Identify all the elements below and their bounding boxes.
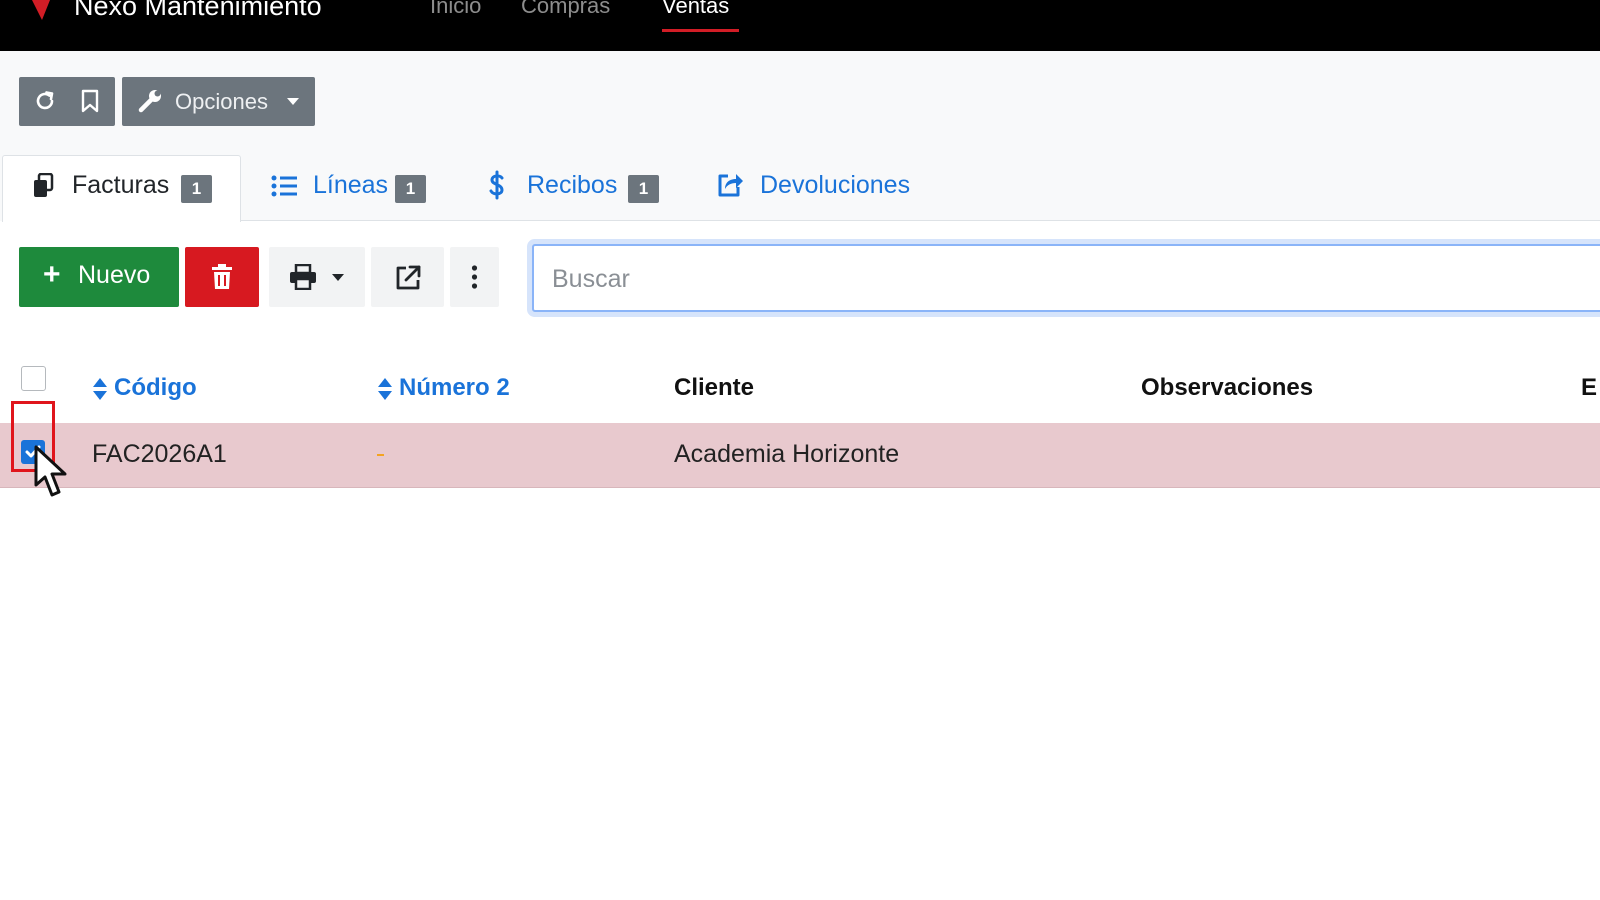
cell-numero2 <box>377 454 384 456</box>
copy-icon <box>34 173 54 197</box>
search-box <box>532 244 1600 312</box>
column-header-numero2[interactable]: Número 2 <box>377 374 510 402</box>
caret-down-icon <box>287 98 299 105</box>
cell-codigo[interactable]: FAC2026A1 <box>92 440 227 469</box>
nav-link-inicio[interactable]: Inicio <box>430 0 481 19</box>
tab-facturas-label: Facturas <box>72 171 170 199</box>
mouse-cursor-icon <box>34 445 67 497</box>
tab-recibos-badge: 1 <box>628 175 659 203</box>
caret-down-icon <box>332 274 344 281</box>
nav-active-underline <box>662 29 739 32</box>
plus-icon: + <box>43 258 61 291</box>
print-dropdown-button[interactable] <box>269 247 365 307</box>
column-header-codigo-label: Código <box>114 374 197 401</box>
tab-lineas[interactable]: Líneas 1 <box>271 168 431 208</box>
tab-recibos-label: Recibos <box>527 171 618 199</box>
sort-icon <box>93 377 107 400</box>
tab-devoluciones[interactable]: Devoluciones <box>716 168 936 208</box>
nav-link-ventas[interactable]: Ventas <box>662 0 729 19</box>
external-link-icon <box>396 265 421 290</box>
tab-devoluciones-label: Devoluciones <box>760 171 911 199</box>
cell-cliente[interactable]: Academia Horizonte <box>674 440 899 469</box>
export-button[interactable] <box>371 247 444 307</box>
print-icon <box>290 264 316 290</box>
sort-icon <box>378 377 392 400</box>
column-header-cliente[interactable]: Cliente <box>674 374 754 402</box>
select-all-checkbox[interactable] <box>21 366 46 391</box>
brand-name[interactable]: Nexo Mantenimiento <box>74 0 322 22</box>
tabs-divider <box>241 220 1600 221</box>
bookmark-icon[interactable] <box>80 89 100 114</box>
column-header-e[interactable]: E <box>1581 374 1597 402</box>
nav-link-compras[interactable]: Compras <box>521 0 610 19</box>
trash-icon <box>212 264 232 289</box>
top-navbar: Nexo Mantenimiento Inicio Compras Ventas <box>0 0 1600 51</box>
delete-button[interactable] <box>185 247 259 307</box>
options-label: Opciones <box>175 89 268 114</box>
tab-lineas-badge: 1 <box>395 175 426 203</box>
more-options-button[interactable] <box>450 247 499 307</box>
share-icon <box>718 174 743 197</box>
new-button[interactable]: + Nuevo <box>19 247 179 307</box>
column-header-codigo[interactable]: Código <box>92 374 197 402</box>
tab-facturas-badge: 1 <box>181 175 212 203</box>
dollar-icon <box>489 170 504 200</box>
column-header-observaciones[interactable]: Observaciones <box>1141 374 1313 402</box>
brand-logo-icon <box>32 0 50 20</box>
new-button-label: Nuevo <box>78 261 151 289</box>
tab-recibos[interactable]: Recibos 1 <box>488 168 663 208</box>
list-icon <box>271 175 297 197</box>
options-dropdown-button[interactable]: Opciones <box>122 77 315 126</box>
refresh-icon[interactable] <box>33 89 57 113</box>
wrench-icon <box>138 90 161 113</box>
tab-lineas-label: Líneas <box>313 171 389 199</box>
vertical-dots-icon <box>471 265 478 289</box>
column-header-numero2-label: Número 2 <box>399 374 510 401</box>
search-input[interactable] <box>552 262 1452 296</box>
refresh-bookmark-group <box>19 77 115 126</box>
tab-facturas[interactable]: Facturas 1 <box>30 168 220 208</box>
